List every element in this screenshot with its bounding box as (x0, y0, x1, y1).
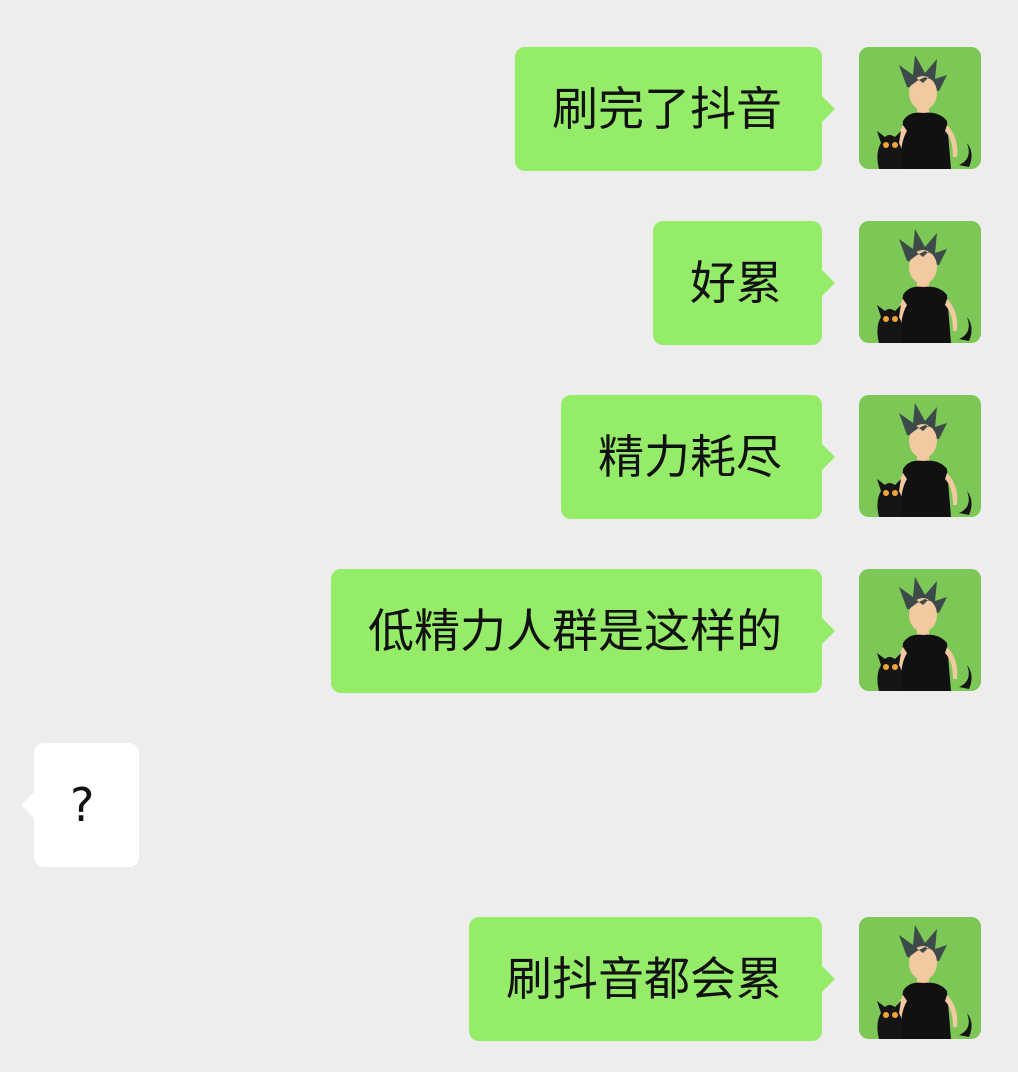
message-bubble-sent[interactable]: 精力耗尽 (561, 395, 835, 519)
message-row-sent: 精力耗尽 (0, 395, 1018, 519)
message-row-sent: 好累 (0, 221, 1018, 345)
self-avatar-icon[interactable] (859, 47, 981, 169)
self-avatar-icon[interactable] (859, 395, 981, 517)
message-bubble-received[interactable]: ? (20, 743, 140, 867)
self-avatar-icon[interactable] (859, 917, 981, 1039)
message-bubble-sent[interactable]: 刷抖音都会累 (469, 917, 835, 1041)
message-row-sent: 刷完了抖音 (0, 47, 1018, 171)
message-row-sent: 低精力人群是这样的 (0, 569, 1018, 693)
chat-message-list[interactable]: 刷完了抖音 好累 精力耗尽 低精力人群是这样的 ? 刷抖音都会累 (0, 0, 1018, 1072)
message-bubble-sent[interactable]: 刷完了抖音 (515, 47, 835, 171)
message-bubble-sent[interactable]: 好累 (653, 221, 835, 345)
self-avatar-icon[interactable] (859, 569, 981, 691)
self-avatar-icon[interactable] (859, 221, 981, 343)
message-row-sent: 刷抖音都会累 (0, 917, 1018, 1041)
message-row-received: ? (0, 743, 1018, 867)
message-bubble-sent[interactable]: 低精力人群是这样的 (331, 569, 835, 693)
